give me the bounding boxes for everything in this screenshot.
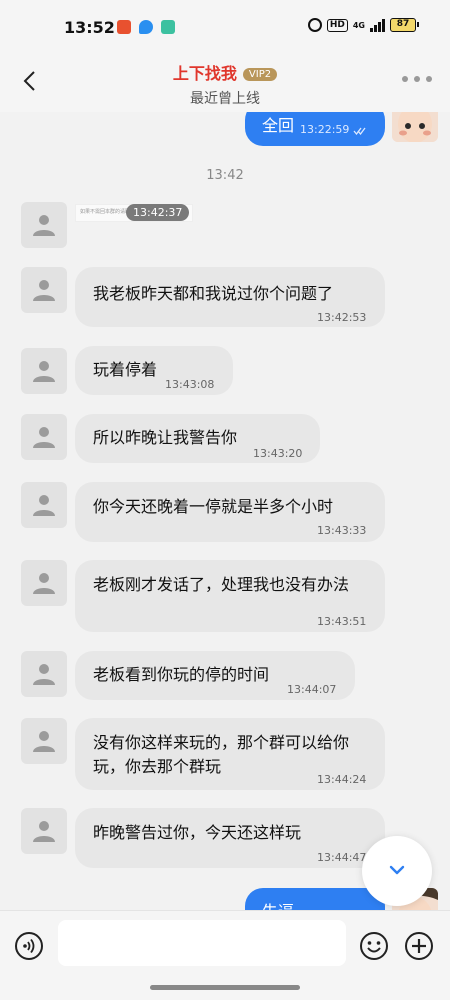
chat-header: 上下找我 VIP2 最近曾上线: [0, 56, 450, 112]
incoming-message[interactable]: 你今天还晚着一停就是半多个小时 13:43:33: [75, 482, 385, 542]
status-bar: 13:52 HD 4G 87: [0, 0, 450, 56]
default-person-icon: [33, 427, 55, 448]
app-notification-icon: [117, 20, 131, 34]
message-text: 失逼: [262, 898, 294, 910]
contact-avatar[interactable]: [21, 348, 67, 394]
app-notification-icon: [161, 20, 175, 34]
message-text: 全回: [262, 116, 295, 135]
contact-avatar[interactable]: [21, 267, 67, 313]
status-indicators: HD 4G 87: [307, 18, 419, 32]
message-text: 你今天还晚着一停就是半多个小时: [93, 497, 334, 516]
message-text: 昨晚警告过你，今天还这样玩: [93, 823, 302, 842]
contact-avatar[interactable]: [21, 560, 67, 606]
message-time: 13:22:59: [300, 123, 367, 136]
default-person-icon: [33, 731, 55, 752]
vip-badge: VIP2: [242, 68, 278, 81]
incoming-message[interactable]: 所以昨晚让我警告你 13:43:20: [75, 414, 320, 463]
app-notification-icon: [139, 20, 153, 34]
message-text: 老板刚才发话了，处理我也没有办法: [93, 575, 350, 594]
incoming-message[interactable]: 老板刚才发话了，处理我也没有办法 13:43:51: [75, 560, 385, 632]
message-text: 所以昨晚让我警告你: [93, 428, 238, 447]
default-person-icon: [33, 215, 55, 236]
smiley-icon[interactable]: [359, 931, 389, 961]
image-time: 13:42:37: [126, 204, 190, 221]
message-time: 13:42:53: [317, 311, 367, 324]
contact-avatar[interactable]: [21, 414, 67, 460]
incoming-message[interactable]: 玩着停着 13:43:08: [75, 346, 233, 395]
network-label: 4G: [352, 20, 365, 30]
message-text: 玩着停着: [93, 360, 158, 379]
alarm-icon: [307, 18, 322, 32]
message-text: 我老板昨天都和我说过你个问题了: [93, 284, 334, 303]
plus-icon[interactable]: [404, 931, 434, 961]
my-avatar[interactable]: [392, 112, 438, 142]
contact-avatar[interactable]: [21, 202, 67, 248]
signal-icon: [370, 18, 385, 32]
incoming-message[interactable]: 没有你这样来玩的，那个群可以给你玩，你去那个群玩 13:44:24: [75, 718, 385, 790]
message-time: 13:44:24: [317, 773, 367, 786]
message-time: 13:43:51: [317, 615, 367, 628]
outgoing-message[interactable]: 全回 13:22:59: [245, 112, 385, 146]
message-time: 13:44:47: [317, 851, 367, 864]
more-dots-icon[interactable]: [402, 76, 432, 82]
contact-avatar[interactable]: [21, 482, 67, 528]
chevron-down-icon: [389, 865, 405, 875]
message-time: 13:43:20: [253, 447, 303, 460]
status-time: 13:52: [64, 18, 115, 37]
time-divider: 13:42: [206, 168, 244, 183]
default-person-icon: [33, 573, 55, 594]
default-person-icon: [33, 361, 55, 382]
contact-avatar[interactable]: [21, 808, 67, 854]
outgoing-message[interactable]: 失逼: [245, 888, 385, 910]
scroll-to-bottom-button[interactable]: [362, 836, 432, 906]
incoming-message[interactable]: 我老板昨天都和我说过你个问题了 13:42:53: [75, 267, 385, 327]
battery-icon: 87: [390, 18, 419, 32]
contact-avatar[interactable]: [21, 651, 67, 697]
hd-icon: HD: [326, 18, 348, 32]
message-input[interactable]: [58, 920, 346, 966]
double-check-icon: [353, 127, 366, 135]
message-time: 13:44:07: [287, 683, 337, 696]
default-person-icon: [33, 821, 55, 842]
default-person-icon: [33, 495, 55, 516]
contact-avatar[interactable]: [21, 718, 67, 764]
incoming-message[interactable]: 老板看到你玩的停的时间 13:44:07: [75, 651, 355, 700]
message-time: 13:43:08: [165, 378, 215, 391]
default-person-icon: [33, 664, 55, 685]
message-list[interactable]: 全回 13:22:59 13:42 如果不需回本群的请联系... 13:42:3…: [0, 112, 450, 910]
default-person-icon: [33, 280, 55, 301]
chat-title[interactable]: 上下找我 VIP2 最近曾上线: [0, 60, 450, 108]
home-indicator[interactable]: [150, 985, 300, 990]
message-time: 13:43:33: [317, 524, 367, 537]
contact-name: 上下找我: [172, 64, 237, 83]
contact-status: 最近曾上线: [190, 91, 260, 107]
message-text: 老板看到你玩的停的时间: [93, 665, 270, 684]
incoming-message[interactable]: 昨晚警告过你，今天还这样玩 13:44:47: [75, 808, 385, 868]
voice-wave-icon[interactable]: [14, 931, 44, 961]
